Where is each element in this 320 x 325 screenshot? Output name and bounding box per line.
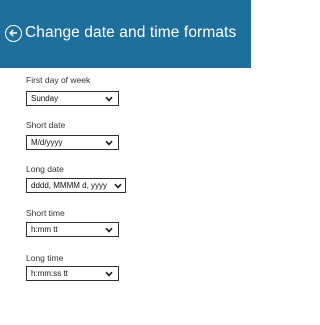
chevron-down-icon <box>114 183 122 189</box>
first-day-of-week-label: First day of week <box>26 75 91 85</box>
chevron-down-icon <box>105 271 113 277</box>
long-time-select[interactable]: h:mm:ss tt <box>26 266 119 281</box>
short-time-label: Short time <box>26 208 65 218</box>
first-day-of-week-value: Sunday <box>31 94 59 103</box>
page-title: Change date and time formats <box>25 24 237 41</box>
long-date-value: dddd, MMMM d, yyyy <box>31 181 108 190</box>
short-date-select[interactable]: M/d/yyyy <box>26 135 119 150</box>
long-date-label: Long date <box>26 164 64 174</box>
header-bar: Change date and time formats <box>0 0 251 68</box>
long-time-value: h:mm:ss tt <box>31 269 68 278</box>
long-date-select[interactable]: dddd, MMMM d, yyyy <box>26 178 126 193</box>
back-button[interactable] <box>5 25 22 42</box>
short-date-value: M/d/yyyy <box>31 138 63 147</box>
short-date-label: Short date <box>26 120 66 130</box>
chevron-down-icon <box>105 227 113 233</box>
chevron-down-icon <box>105 96 113 102</box>
short-time-select[interactable]: h:mm tt <box>26 222 119 237</box>
long-time-label: Long time <box>26 253 64 263</box>
back-arrow-icon <box>9 29 18 37</box>
chevron-down-icon <box>105 140 113 146</box>
first-day-of-week-select[interactable]: Sunday <box>26 91 119 106</box>
short-time-value: h:mm tt <box>31 225 58 234</box>
